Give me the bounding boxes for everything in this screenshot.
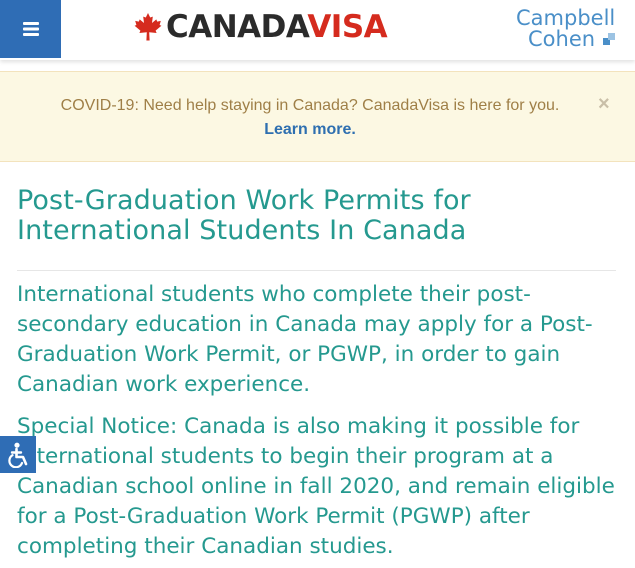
learn-more-link[interactable]: Learn more. [264,121,356,138]
campbell-cohen-logo[interactable]: Campbell Cohen [515,6,620,51]
partner-logo-line2: Cohen [528,27,596,51]
menu-button[interactable] [0,0,61,58]
accessibility-icon [8,442,28,468]
page-title: Post-Graduation Work Permits for Interna… [17,185,471,246]
canadavisa-logo[interactable]: CANADAVISA [134,8,388,46]
divider [17,270,616,271]
accessibility-button[interactable] [0,436,36,473]
covid-alert-banner: COVID-19: Need help staying in Canada? C… [0,71,635,162]
site-header: CANADAVISA Campbell Cohen [0,0,635,60]
logo-text-visa: VISA [307,9,388,45]
close-icon[interactable]: × [598,92,610,116]
maple-leaf-icon [134,13,162,41]
partner-logo-mark-light [608,33,615,40]
special-notice-paragraph: Special Notice: Canada is also making it… [17,414,615,559]
alert-message: COVID-19: Need help staying in Canada? C… [60,97,560,114]
logo-text-canada: CANADA [166,9,308,45]
intro-paragraph: International students who complete thei… [17,282,593,397]
hamburger-icon [22,22,39,36]
